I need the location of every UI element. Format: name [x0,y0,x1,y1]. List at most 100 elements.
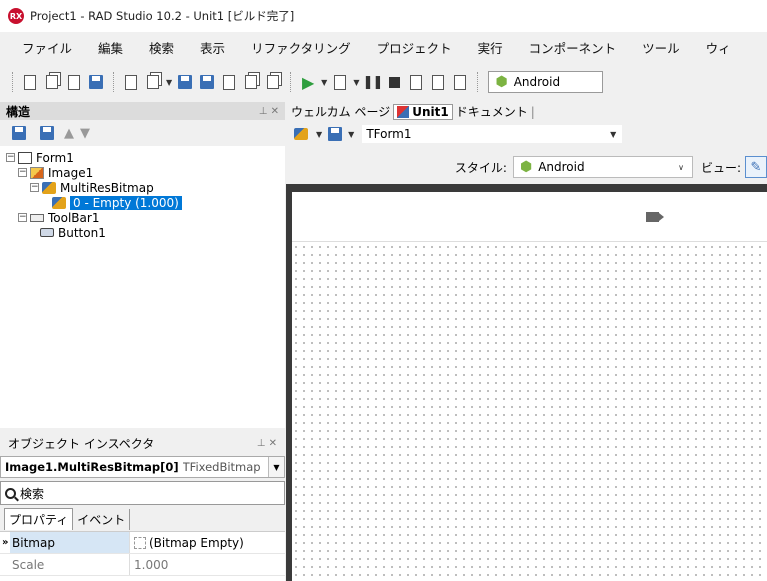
menu-refactor[interactable]: リファクタリング [251,38,351,57]
property-value[interactable]: (Bitmap Empty) [130,536,244,550]
stop-icon [388,76,400,88]
pin-close-icon[interactable]: ⊥ ✕ [257,438,277,449]
component-view-button[interactable] [294,125,312,143]
menu-window[interactable]: ウィ [706,38,731,57]
pin-close-icon[interactable]: ⊥ ✕ [259,106,279,117]
reopen-icon [89,75,103,89]
tab-events[interactable]: イベント [73,509,131,530]
open-project-icon [68,74,80,90]
toolbar-separator [290,72,292,92]
new-item-button[interactable] [122,73,140,91]
add-to-project-icon [245,75,258,89]
menu-view[interactable]: 表示 [200,38,225,57]
tab-documents[interactable]: ドキュメント [453,103,531,120]
tree-node-bitmap-item[interactable]: 0 - Empty (1.000) [0,195,285,210]
new-file-icon [24,74,36,90]
structure-toolbar: ▲ ▼ [0,121,285,145]
chevron-down-icon[interactable]: ▼ [348,130,354,139]
chevron-down-icon[interactable]: ▼ [321,78,327,87]
chevron-down-icon: ∨ [678,162,684,172]
remove-from-project-button[interactable] [264,73,282,91]
tree-node-form1[interactable]: − Form1 [0,150,285,165]
property-grid: » Bitmap (Bitmap Empty) Scale 1.000 [0,531,285,581]
add-to-project-button[interactable] [242,73,260,91]
structure-title: 構造 [6,104,31,119]
property-name: Scale [10,554,130,575]
menu-run[interactable]: 実行 [478,38,503,57]
align-button[interactable] [326,125,344,143]
save-button[interactable] [176,73,194,91]
property-row-scale[interactable]: Scale 1.000 [0,554,285,576]
menu-file[interactable]: ファイル [22,38,72,57]
move-up-icon[interactable]: ▲ [64,126,74,141]
style-selector[interactable]: ⬢ Android ∨ [512,156,693,178]
collapse-toggle-icon[interactable]: − [30,183,39,192]
collapse-toggle-icon[interactable]: − [18,213,27,222]
property-value[interactable]: 1.000 [130,558,168,572]
reopen-button[interactable] [87,73,105,91]
remove-from-project-icon [267,75,280,89]
menu-edit[interactable]: 編集 [98,38,123,57]
main-toolbar: ▼ ▶ ▼ ▼ ❚❚ ⬢ Android [0,62,767,102]
component-view-icon [294,128,308,140]
chevron-down-icon[interactable]: ▼ [316,130,322,139]
trace-into-button[interactable] [407,73,425,91]
unit-icon [397,105,410,118]
menu-component[interactable]: コンポーネント [529,38,617,57]
inspector-search-input[interactable]: 検索 [0,481,285,505]
chevron-down-icon[interactable]: ▼ [166,78,172,87]
step-over-icon [432,74,445,90]
collapse-all-button[interactable] [38,124,56,142]
run-without-debug-button[interactable] [331,73,349,91]
tab-properties[interactable]: プロパティ [4,508,74,530]
tab-welcome-page[interactable]: ウェルカム ページ [288,103,393,120]
play-icon: ▶ [302,72,315,92]
tree-node-multiresbitmap[interactable]: − MultiResBitmap [0,180,285,195]
tree-node-toolbar1[interactable]: − ToolBar1 [0,210,285,225]
design-grid[interactable] [292,243,767,581]
search-icon [5,487,16,499]
open-file-icon [46,75,58,89]
object-selector[interactable]: Image1.MultiResBitmap[0] TFixedBitmap ▼ [0,456,285,478]
open-file-button[interactable] [43,73,61,91]
step-over-button[interactable] [429,73,447,91]
stop-button[interactable] [385,73,403,91]
form-class-selector[interactable]: TForm1 ▼ [362,125,623,143]
form-surface[interactable] [292,192,767,581]
tab-unit1[interactable]: Unit1 [393,103,453,120]
tab-separator: | [530,104,535,119]
platform-selector[interactable]: ⬢ Android [488,71,604,93]
property-name: Bitmap [10,532,130,553]
menu-tools[interactable]: ツール [642,38,680,57]
expand-all-button[interactable] [10,124,28,142]
button-icon [40,228,54,237]
object-inspector-title: オブジェクト インスペクタ [8,436,155,451]
tree-node-image1[interactable]: − Image1 [0,165,285,180]
chevron-down-icon[interactable]: ▼ [268,457,284,477]
property-row-bitmap[interactable]: » Bitmap (Bitmap Empty) [0,532,285,554]
form-toolbar-component[interactable] [292,192,767,242]
run-until-return-button[interactable] [451,73,469,91]
view-selector-button[interactable]: ✎ [745,156,767,178]
menu-project[interactable]: プロジェクト [377,38,452,57]
open-dropdown-button[interactable] [144,73,162,91]
toolbar-separator [113,72,114,92]
expand-all-icon [12,126,26,140]
style-value-wrap: ⬢ Android [520,159,585,175]
new-file-button[interactable] [21,73,39,91]
collapse-toggle-icon[interactable]: − [18,168,27,177]
open-project-button[interactable] [65,73,83,91]
multires-bitmap-icon [42,181,56,194]
add-file-button[interactable] [220,73,238,91]
menu-search[interactable]: 検索 [149,38,174,57]
run-button[interactable]: ▶ [299,72,317,92]
chevron-down-icon[interactable]: ▼ [353,78,359,87]
selected-object-name: Image1.MultiResBitmap[0] [5,460,179,474]
pause-button[interactable]: ❚❚ [363,73,384,91]
collapse-toggle-icon[interactable]: − [6,153,15,162]
move-down-icon[interactable]: ▼ [80,126,90,141]
tree-node-button1[interactable]: Button1 [0,225,285,240]
style-label: スタイル: [454,160,507,175]
trace-into-icon [410,74,423,90]
save-all-button[interactable] [198,73,216,91]
